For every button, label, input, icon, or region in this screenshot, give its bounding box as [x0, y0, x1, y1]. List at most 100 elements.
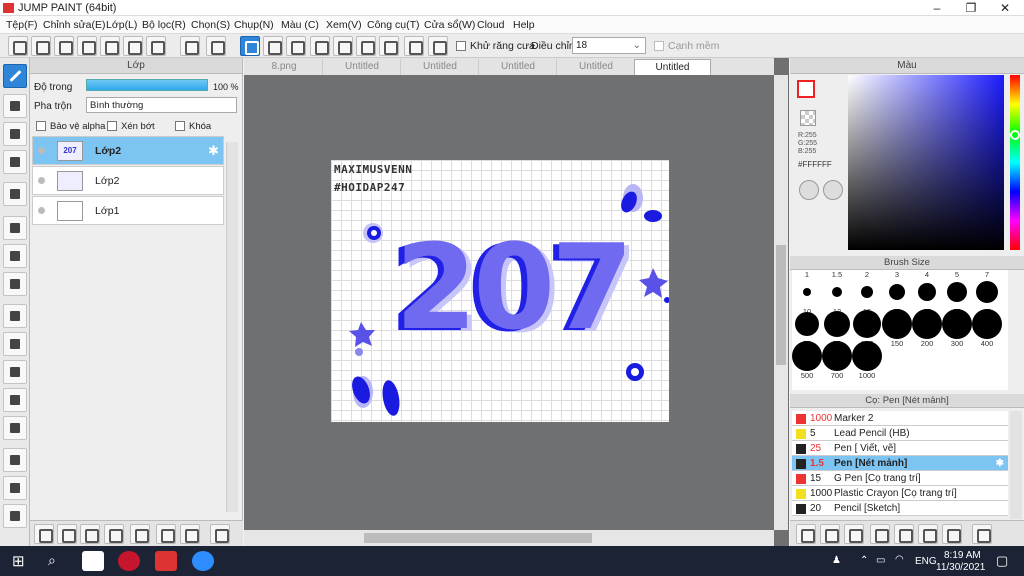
add-brush-icon[interactable] [844, 524, 864, 544]
new-layer-3-icon[interactable] [80, 524, 100, 544]
radial-icon[interactable] [333, 36, 353, 56]
adjust-select[interactable]: 18 ⌄ [572, 37, 646, 54]
menu-color[interactable]: Màu (C) [281, 19, 319, 31]
brush-size-dot[interactable] [861, 286, 873, 298]
brush-list-item[interactable]: 1000 Plastic Crayon [Cọ trang trí] [792, 486, 1008, 501]
brush-list-scrollbar[interactable] [1010, 411, 1022, 519]
menu-capture[interactable]: Chụp(N) [234, 19, 274, 31]
layer-row[interactable]: Lớp1 [32, 196, 224, 225]
brush-size-dot[interactable] [947, 282, 967, 302]
tab-untitled-active[interactable]: Untitled [634, 59, 711, 75]
menu-tools[interactable]: Công cụ(T) [367, 19, 420, 31]
tab-untitled[interactable]: Untitled [480, 59, 557, 75]
cloud-brush-icon[interactable] [796, 524, 816, 544]
brush-trash-icon[interactable] [972, 524, 992, 544]
magic-wand-icon[interactable] [3, 360, 27, 384]
gradient-tool-icon[interactable] [3, 272, 27, 296]
brush-list-item[interactable]: 1.5 Pen [Nét mảnh] ✱ [792, 456, 1008, 471]
eyedropper-tool-icon[interactable] [3, 504, 27, 528]
clock-time[interactable]: 8:19 AM [944, 550, 981, 561]
brush-size-dot[interactable] [832, 287, 842, 297]
brush-size-dot[interactable] [972, 309, 1002, 339]
search-icon[interactable]: ⌕ [48, 552, 56, 569]
lock-checkbox[interactable] [175, 121, 185, 131]
blend-select[interactable]: Bình thường [86, 97, 237, 113]
tray-chevron-icon[interactable]: ⌃ [860, 555, 868, 566]
brush-size-dot[interactable] [976, 281, 998, 303]
antialias-checkbox[interactable] [456, 41, 466, 51]
brush-folder-icon[interactable] [918, 524, 938, 544]
zoom-app-icon[interactable] [192, 551, 214, 571]
windows-start-icon[interactable]: ⊞ [12, 552, 25, 570]
menu-edit[interactable]: Chỉnh sửa(E) [43, 19, 105, 31]
hue-slider[interactable] [1010, 75, 1020, 250]
hue-handle[interactable] [1010, 130, 1020, 140]
new-brush-icon[interactable] [820, 524, 840, 544]
line-tool-icon[interactable] [3, 150, 27, 174]
tab-8png[interactable]: 8.png [246, 59, 323, 75]
palette-icon[interactable] [799, 180, 819, 200]
gear-icon[interactable]: ✱ [208, 143, 219, 159]
brush-size-dot[interactable] [889, 284, 905, 300]
duplicate-icon[interactable] [156, 524, 176, 544]
select-pen-icon[interactable] [3, 388, 27, 412]
network-icon[interactable]: ▭ [876, 555, 885, 566]
grid-layout-icon[interactable] [146, 36, 166, 56]
folder-icon[interactable] [130, 524, 150, 544]
rect-select-tool-icon[interactable] [3, 304, 27, 328]
menu-file[interactable]: Tệp(F) [6, 19, 38, 31]
grid-guide-icon[interactable] [286, 36, 306, 56]
hand-tool-icon[interactable] [3, 476, 27, 500]
maximize-button[interactable]: ❐ [954, 0, 988, 16]
menu-window[interactable]: Cửa sổ(W) [424, 19, 475, 31]
menu-filter[interactable]: Bộ lọc(R) [142, 19, 186, 31]
clock-date[interactable]: 11/30/2021 [936, 562, 985, 573]
smooth-checkbox[interactable] [654, 41, 664, 51]
parallel-lines-icon[interactable] [263, 36, 283, 56]
canvas-horizontal-scrollbar[interactable] [244, 530, 774, 546]
layout-icon[interactable] [123, 36, 143, 56]
brush-size-dot[interactable] [822, 341, 852, 371]
undo-icon[interactable] [180, 36, 200, 56]
gear-icon[interactable]: ✱ [996, 456, 1004, 471]
menu-select[interactable]: Chọn(S) [191, 19, 230, 31]
brush-duplicate-icon[interactable] [942, 524, 962, 544]
close-button[interactable]: ✕ [988, 0, 1022, 16]
select-eraser-icon[interactable] [3, 416, 27, 440]
brush-list-item[interactable]: 1000 Marker 2 [792, 411, 1008, 426]
brush-list-item[interactable]: 25 Pen [ Viết, vẽ] [792, 441, 1008, 456]
color-picker-square[interactable] [848, 75, 1004, 250]
brush-size-dot[interactable] [852, 341, 882, 371]
ruler-icon[interactable] [404, 36, 424, 56]
redo-icon[interactable] [206, 36, 226, 56]
brush-list-item[interactable]: 15 G Pen [Cọ trang trí] [792, 471, 1008, 486]
brush-size-dot[interactable] [912, 309, 942, 339]
merge-icon[interactable] [180, 524, 200, 544]
brush-list-item[interactable]: 5 Lead Pencil (HB) [792, 426, 1008, 441]
brush-size-dot[interactable] [795, 312, 819, 336]
lasso-tool-icon[interactable] [3, 332, 27, 356]
wifi-icon[interactable]: ◠ [895, 554, 904, 565]
drawing-canvas[interactable]: MAXIMUSVENN #HOIDAP247 207 [331, 160, 669, 422]
layer-row[interactable]: Lớp2 [32, 166, 224, 195]
people-icon[interactable]: ♟ [832, 555, 841, 566]
curve-guide-icon[interactable] [379, 36, 399, 56]
menu-cloud[interactable]: Cloud [477, 19, 504, 31]
zalo-app-icon[interactable] [82, 551, 104, 571]
new-layer-2-icon[interactable] [57, 524, 77, 544]
eraser-tool-icon[interactable] [3, 94, 27, 118]
new-layer-icon[interactable] [34, 524, 54, 544]
language-indicator[interactable]: ENG [915, 556, 937, 567]
layer-scrollbar[interactable] [226, 142, 238, 512]
layer-row[interactable]: 207 Lớp2 ✱ [32, 136, 224, 165]
settings-icon[interactable] [428, 36, 448, 56]
bucket-tool-icon[interactable] [3, 244, 27, 268]
protect-alpha-checkbox[interactable] [36, 121, 46, 131]
concentric-icon[interactable] [356, 36, 376, 56]
visibility-icon[interactable] [38, 207, 45, 214]
opacity-slider[interactable] [86, 79, 208, 91]
brush-size-dot[interactable] [918, 283, 936, 301]
comment-icon[interactable] [54, 36, 74, 56]
clip-checkbox[interactable] [107, 121, 117, 131]
trash-icon[interactable] [210, 524, 230, 544]
